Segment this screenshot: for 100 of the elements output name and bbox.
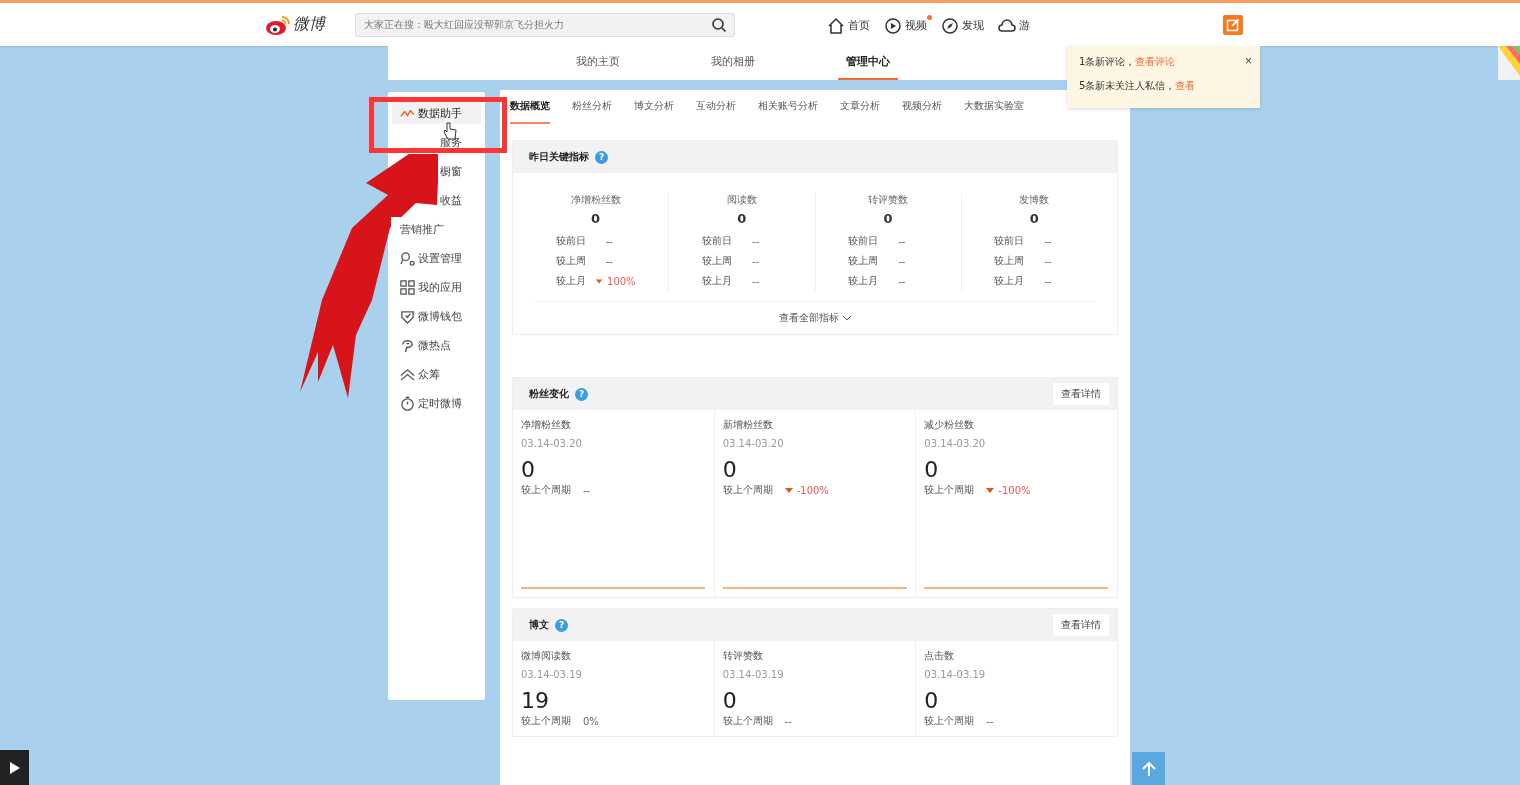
menu-item-icon — [400, 308, 415, 324]
compare-label: 较前日 — [994, 234, 1026, 248]
play-button[interactable] — [0, 750, 29, 785]
compare-label: 较上月 — [701, 274, 733, 288]
compare-value: -100% — [998, 484, 1031, 496]
sidebar-item[interactable]: 定时微博 — [392, 392, 462, 414]
analysis-tab[interactable]: 互动分析 — [696, 90, 736, 124]
menu-item-icon — [400, 395, 415, 411]
nav-link[interactable]: 发现 — [941, 14, 990, 35]
menu-item-icon — [400, 337, 415, 353]
metric-label: 净增粉丝数 — [570, 193, 621, 207]
down-triangle-icon — [595, 278, 603, 284]
rainbow-corner-icon — [1498, 46, 1520, 80]
nav-link[interactable]: 首页 — [827, 14, 876, 35]
metric-value: 0 — [1029, 211, 1039, 226]
analysis-tab[interactable]: 视频分析 — [902, 90, 942, 124]
compare-label: 较上周 — [701, 254, 733, 268]
nav-link[interactable]: 视频 — [884, 14, 933, 35]
compare-value: -- — [986, 715, 994, 727]
stat-value: 0 — [722, 688, 738, 714]
analysis-tab[interactable]: 文章分析 — [840, 90, 880, 124]
compare-label: 较上周 — [555, 254, 587, 268]
date-range: 03.14-03.20 — [924, 438, 987, 449]
logo-text[interactable]: 微博 — [293, 14, 325, 35]
view-details-button[interactable]: 查看详情 — [1053, 383, 1109, 405]
analysis-tab[interactable]: 数据概览 — [510, 90, 550, 124]
compare-value: -- — [1044, 235, 1052, 247]
compare-value: -- — [583, 484, 591, 496]
sidebar-item[interactable]: 众筹 — [392, 363, 440, 385]
date-range: 03.14-03.19 — [521, 669, 583, 680]
stat-value: 0 — [521, 457, 536, 483]
search-icon[interactable] — [711, 16, 727, 33]
compare-label: 较上个周期 — [924, 483, 975, 497]
compare-label: 较上个周期 — [924, 714, 975, 728]
compare-value: -- — [751, 235, 760, 247]
sidebar-item[interactable]: 橱窗 — [440, 160, 462, 182]
notification-text: 5条新未关注人私信， — [1079, 80, 1176, 91]
compare-label: 较前日 — [848, 234, 880, 248]
house-icon — [827, 16, 845, 35]
compare-label: 较前日 — [701, 234, 733, 248]
compare-label: 较前日 — [555, 234, 587, 248]
analysis-tab[interactable]: 相关账号分析 — [758, 90, 818, 124]
compose-button[interactable] — [1223, 14, 1243, 35]
compare-value: -- — [605, 235, 613, 247]
sidebar-item[interactable]: 数据助手 — [392, 102, 481, 124]
sidebar-item[interactable]: 微博钱包 — [392, 305, 462, 327]
down-triangle-icon — [986, 487, 995, 493]
compare-value: 100% — [607, 275, 636, 287]
edit-icon — [1226, 17, 1240, 32]
menu-item-icon — [400, 250, 415, 266]
analysis-tab[interactable]: 大数据实验室 — [964, 90, 1024, 124]
compare-value: -- — [784, 715, 792, 727]
compare-label: 较上个周期 — [521, 483, 571, 497]
stat-value: 0 — [722, 457, 738, 483]
stat-value: 19 — [521, 688, 550, 714]
compare-label: 较上周 — [848, 254, 880, 268]
view-details-button[interactable]: 查看详情 — [1053, 614, 1109, 636]
date-range: 03.14-03.19 — [722, 669, 785, 680]
compare-label: 较上月 — [848, 274, 880, 288]
compass-icon — [941, 16, 959, 35]
analysis-tab[interactable]: 粉丝分析 — [572, 90, 612, 124]
arrow-up-icon — [1140, 760, 1157, 777]
metric-label: 阅读数 — [726, 193, 757, 207]
compare-value: -- — [1044, 275, 1052, 287]
card-title: 博文 — [529, 618, 549, 632]
down-triangle-icon — [784, 487, 793, 493]
eye-logo-icon[interactable] — [265, 13, 291, 36]
compare-label: 较上个周期 — [722, 714, 773, 728]
profile-tab[interactable]: 我的主页 — [568, 46, 628, 80]
card-title: 昨日关键指标 — [529, 150, 589, 164]
sidebar-item[interactable]: 收益 — [440, 189, 462, 211]
compare-value: -- — [898, 255, 906, 267]
compare-value: -- — [898, 275, 906, 287]
sidebar-item[interactable]: 我的应用 — [392, 276, 462, 298]
stat-label: 微博阅读数 — [521, 649, 572, 663]
metric-value: 0 — [591, 211, 601, 226]
compare-value: -- — [898, 235, 906, 247]
close-button[interactable]: × — [1245, 54, 1252, 68]
back-to-top-button[interactable] — [1132, 752, 1165, 785]
date-range: 03.14-03.19 — [924, 669, 987, 680]
show-all-metrics-link[interactable]: 查看全部指标 — [778, 311, 852, 325]
sidebar-item[interactable]: 微热点 — [392, 334, 451, 356]
profile-tab[interactable]: 我的相册 — [703, 46, 763, 80]
profile-tab[interactable]: 管理中心 — [838, 46, 898, 80]
search-field[interactable]: 大家正在搜：殴大红回应没帮郭京飞分担火力 — [355, 12, 735, 37]
metric-value: 0 — [883, 211, 893, 226]
stat-label: 点击数 — [924, 649, 956, 663]
compare-label: 较上月 — [994, 274, 1026, 288]
sidebar-item[interactable]: 设置管理 — [392, 247, 462, 269]
compare-label: 较上个周期 — [521, 714, 571, 728]
compare-label: 较上周 — [994, 254, 1026, 268]
compare-value: -- — [751, 275, 760, 287]
metric-label: 发博数 — [1019, 193, 1050, 207]
compare-value: -- — [751, 255, 760, 267]
stat-value: 0 — [924, 688, 940, 714]
analysis-tab[interactable]: 博文分析 — [634, 90, 674, 124]
stat-label: 减少粉丝数 — [924, 418, 976, 432]
sidebar-item[interactable]: 营销推广 — [392, 218, 444, 240]
play-circle-icon — [884, 16, 902, 35]
nav-link[interactable]: 游 — [998, 14, 1036, 35]
